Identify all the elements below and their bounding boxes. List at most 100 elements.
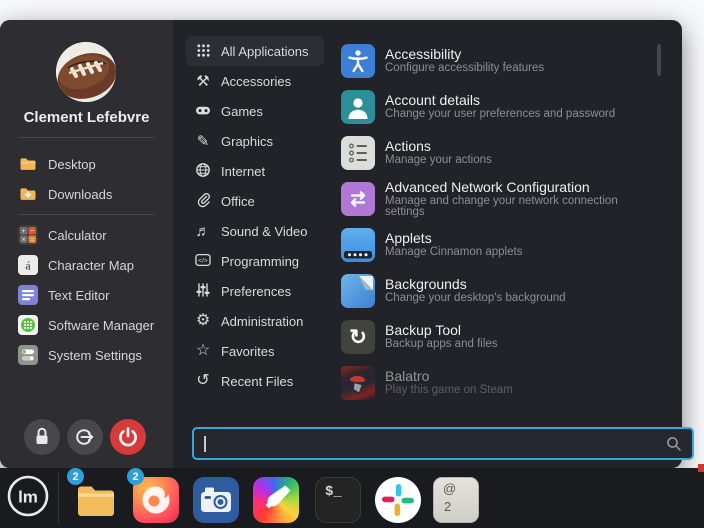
svg-text:−: −	[30, 228, 34, 235]
lock-icon	[24, 419, 60, 455]
gamepad-icon	[194, 102, 212, 120]
category-programming[interactable]: </> Programming	[186, 246, 324, 276]
category-administration[interactable]: ⚙ Administration	[186, 306, 324, 336]
app-row-applets[interactable]: AppletsManage Cinnamon applets	[341, 222, 651, 268]
sidebar-item-downloads[interactable]: Downloads	[10, 179, 165, 209]
app-row-backgrounds[interactable]: BackgroundsChange your desktop's backgro…	[341, 268, 651, 314]
backgrounds-icon	[341, 274, 375, 308]
character-map-icon: á	[18, 255, 38, 275]
svg-text:×: ×	[22, 237, 26, 244]
sidebar-item-desktop[interactable]: Desktop	[10, 149, 165, 179]
category-internet[interactable]: Internet	[186, 156, 324, 186]
taskbar-item-character-key[interactable]: @ 2	[433, 477, 479, 523]
lock-button[interactable]	[24, 419, 60, 455]
gear-icon: ⚙	[194, 313, 212, 329]
taskbar-separator	[58, 472, 59, 524]
sidebar-item-character-map[interactable]: á Character Map	[10, 250, 165, 280]
text-editor-icon	[18, 285, 38, 305]
category-graphics[interactable]: ✎ Graphics	[186, 126, 324, 156]
account-details-icon	[341, 90, 375, 124]
all-applications-grid-icon	[194, 43, 212, 60]
actions-icon	[341, 136, 375, 170]
mint-menu-popup: Clement Lefebvre Desktop Downloads +−× =	[0, 20, 682, 468]
user-name: Clement Lefebvre	[0, 109, 173, 126]
sidebar-item-label: Desktop	[48, 157, 96, 172]
app-row-backup-tool[interactable]: ↻ Backup ToolBackup apps and files	[341, 314, 651, 360]
category-games[interactable]: Games	[186, 96, 324, 126]
sidebar-item-label: Software Manager	[48, 318, 154, 333]
folder-icon	[18, 154, 38, 174]
code-icon: </>	[194, 252, 212, 270]
taskbar-item-paint-app[interactable]	[253, 477, 299, 523]
search-icon	[666, 436, 682, 452]
user-avatar[interactable]	[56, 42, 116, 102]
character-key-icon: @ 2	[433, 477, 479, 523]
sidebar-item-system-settings[interactable]: System Settings	[10, 340, 165, 370]
power-button[interactable]	[110, 419, 146, 455]
category-sound-video[interactable]: ♬ Sound & Video	[186, 216, 324, 246]
football-photo-icon	[56, 42, 116, 102]
category-office[interactable]: Office	[186, 186, 324, 216]
svg-text:+: +	[22, 228, 26, 235]
sidebar-item-label: Calculator	[48, 228, 107, 243]
sidebar-divider	[18, 137, 155, 138]
category-all-applications[interactable]: All Applications	[186, 36, 324, 66]
paperclip-icon	[194, 192, 212, 210]
taskbar-item-firefox[interactable]: 2	[133, 477, 179, 523]
taskbar-item-file-manager[interactable]: 2	[73, 477, 119, 523]
window-count-badge: 2	[127, 468, 144, 485]
app-list-scrollbar[interactable]	[657, 44, 661, 76]
sidebar-item-label: Text Editor	[48, 288, 109, 303]
svg-text:á: á	[25, 259, 31, 273]
taskbar-item-terminal[interactable]: $_	[315, 477, 361, 523]
backup-tool-icon: ↻	[341, 320, 375, 354]
category-accessories[interactable]: ⚒ Accessories	[186, 66, 324, 96]
sidebar-item-software-manager[interactable]: Software Manager	[10, 310, 165, 340]
sidebar-item-label: Character Map	[48, 258, 134, 273]
paintbrush-icon	[253, 477, 299, 523]
category-recent-files[interactable]: ↺ Recent Files	[186, 366, 324, 396]
terminal-icon: $_	[315, 477, 361, 523]
linux-mint-logo-icon: lm	[5, 473, 51, 519]
folder-download-icon	[18, 184, 38, 204]
logout-icon	[67, 419, 103, 455]
accessibility-icon	[341, 44, 375, 78]
globe-icon	[194, 162, 212, 180]
svg-text:=: =	[30, 237, 34, 244]
sidebar-item-text-editor[interactable]: Text Editor	[10, 280, 165, 310]
mint-menu-button[interactable]: lm	[5, 473, 51, 519]
sliders-icon	[194, 282, 212, 300]
app-row-balatro[interactable]: BalatroPlay this game on Steam	[341, 360, 651, 406]
taskbar-item-slack[interactable]	[375, 477, 421, 523]
app-row-advanced-network-configuration[interactable]: Advanced Network ConfigurationManage and…	[341, 176, 651, 222]
power-icon	[110, 419, 146, 455]
system-settings-icon	[18, 345, 38, 365]
firefox-icon	[133, 477, 179, 523]
search-input[interactable]	[192, 427, 694, 460]
slack-icon	[375, 477, 421, 523]
software-manager-icon	[18, 315, 38, 335]
applets-icon	[341, 228, 375, 262]
sidebar-item-label: Downloads	[48, 187, 112, 202]
background-window-fragment	[698, 464, 704, 472]
logout-button[interactable]	[67, 419, 103, 455]
sidebar-item-calculator[interactable]: +−× = Calculator	[10, 220, 165, 250]
category-favorites[interactable]: ☆ Favorites	[186, 336, 324, 366]
star-icon: ☆	[194, 343, 212, 359]
calculator-icon: +−× =	[18, 225, 38, 245]
taskbar-item-screenshot-tool[interactable]	[193, 477, 239, 523]
pencil-palette-icon: ✎	[194, 134, 212, 149]
taskbar: lm 2 2	[0, 468, 704, 528]
tools-icon: ⚒	[194, 74, 212, 89]
svg-text:lm: lm	[18, 488, 38, 507]
svg-text:</>: </>	[198, 258, 208, 265]
app-row-account-details[interactable]: Account detailsChange your user preferen…	[341, 84, 651, 130]
file-manager-icon	[73, 477, 119, 523]
window-count-badge: 2	[67, 468, 84, 485]
network-arrows-icon	[341, 182, 375, 216]
history-clock-icon: ↺	[194, 373, 212, 389]
app-row-accessibility[interactable]: AccessibilityConfigure accessibility fea…	[341, 38, 651, 84]
camera-icon	[193, 477, 239, 523]
app-row-actions[interactable]: ActionsManage your actions	[341, 130, 651, 176]
category-preferences[interactable]: Preferences	[186, 276, 324, 306]
